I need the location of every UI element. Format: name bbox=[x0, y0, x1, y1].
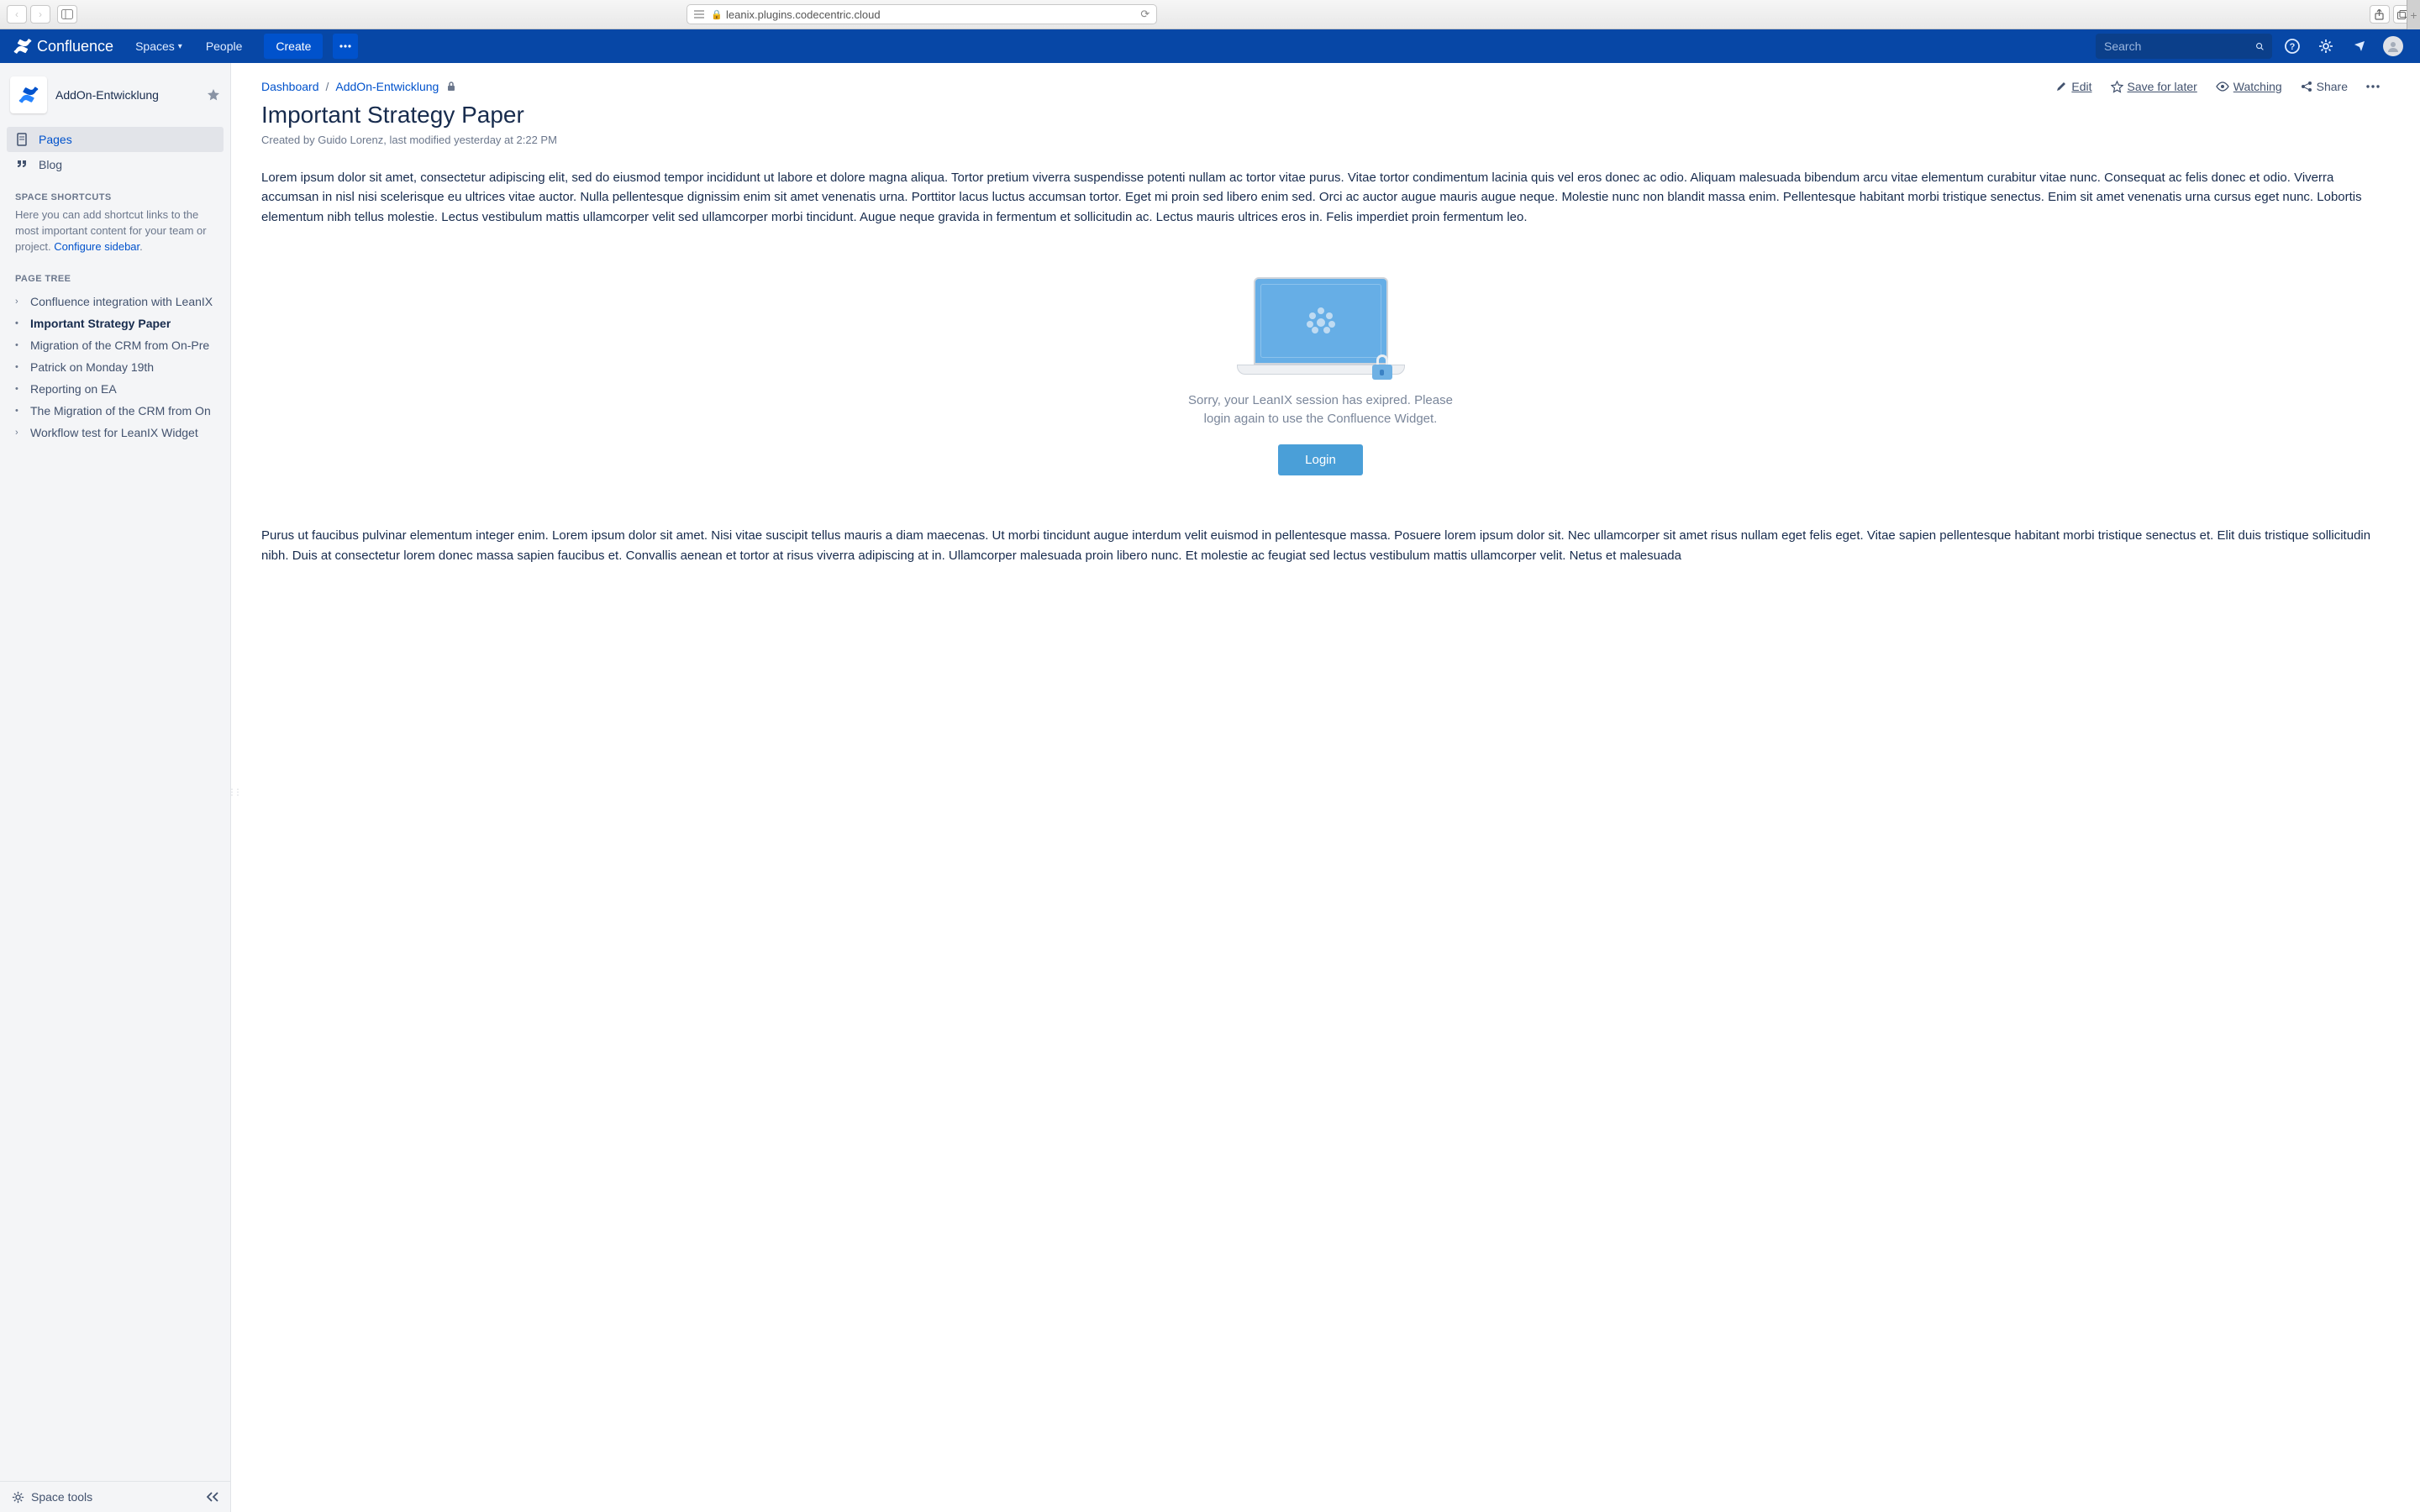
tree-item-label: Migration of the CRM from On-Pre bbox=[30, 339, 209, 352]
help-icon[interactable]: ? bbox=[2279, 33, 2306, 60]
browser-share-button[interactable] bbox=[2370, 5, 2390, 24]
sidebar-resize-handle[interactable]: ⋮⋮ bbox=[228, 788, 233, 813]
watching-button[interactable]: Watching bbox=[2216, 80, 2282, 93]
tree-item-label: Confluence integration with LeanIX bbox=[30, 295, 213, 308]
collapse-sidebar-icon[interactable] bbox=[207, 1492, 218, 1502]
configure-sidebar-link[interactable]: Configure sidebar bbox=[54, 240, 139, 253]
expand-icon[interactable]: › bbox=[15, 428, 25, 438]
notifications-icon[interactable] bbox=[2346, 33, 2373, 60]
sidebar-nav-blog[interactable]: Blog bbox=[7, 152, 224, 177]
url-text: leanix.plugins.codecentric.cloud bbox=[726, 8, 881, 21]
quote-icon bbox=[15, 158, 30, 171]
space-logo[interactable] bbox=[10, 76, 47, 113]
page-tree-heading: PAGE TREE bbox=[0, 262, 230, 289]
login-button[interactable]: Login bbox=[1278, 444, 1363, 475]
tree-item[interactable]: • The Migration of the CRM from On bbox=[15, 400, 222, 422]
laptop-illustration bbox=[1237, 277, 1405, 375]
browser-new-tab[interactable]: + bbox=[2407, 0, 2420, 29]
space-tools[interactable]: Space tools bbox=[0, 1481, 230, 1512]
tree-item[interactable]: • Migration of the CRM from On-Pre bbox=[15, 334, 222, 356]
reload-icon[interactable]: ⟳ bbox=[1140, 8, 1150, 21]
paragraph-1: Lorem ipsum dolor sit amet, consectetur … bbox=[261, 168, 2380, 227]
tree-item[interactable]: • Patrick on Monday 19th bbox=[15, 356, 222, 378]
bullet-icon: • bbox=[15, 384, 25, 394]
tree-item[interactable]: • Reporting on EA bbox=[15, 378, 222, 400]
browser-url-bar[interactable]: 🔒 leanix.plugins.codecentric.cloud ⟳ bbox=[687, 4, 1157, 24]
product-name: Confluence bbox=[37, 38, 113, 55]
leanix-brain-icon bbox=[1302, 302, 1339, 339]
tree-item-label: Patrick on Monday 19th bbox=[30, 360, 154, 374]
sidebar-nav-pages[interactable]: Pages bbox=[7, 127, 224, 152]
settings-icon[interactable] bbox=[2312, 33, 2339, 60]
bullet-icon: • bbox=[15, 318, 25, 328]
star-outline-icon bbox=[2111, 81, 2123, 93]
space-sidebar: AddOn-Entwicklung Pages Blog SPACE SHORT… bbox=[0, 63, 231, 1512]
bullet-icon: • bbox=[15, 340, 25, 350]
expand-icon[interactable]: › bbox=[15, 297, 25, 307]
shortcuts-heading: SPACE SHORTCUTS bbox=[0, 181, 230, 207]
create-more-button[interactable] bbox=[333, 34, 358, 59]
space-name[interactable]: AddOn-Entwicklung bbox=[55, 88, 198, 102]
restrictions-icon[interactable] bbox=[445, 81, 457, 92]
browser-toolbar: ‹ › 🔒 leanix.plugins.codecentric.cloud ⟳… bbox=[0, 0, 2420, 29]
reader-icon[interactable] bbox=[694, 10, 704, 18]
more-actions-button[interactable] bbox=[2366, 85, 2380, 88]
tree-item[interactable]: › Workflow test for LeanIX Widget bbox=[15, 422, 222, 444]
lock-icon: 🔒 bbox=[711, 9, 723, 20]
browser-back-button[interactable]: ‹ bbox=[7, 5, 27, 24]
shortcuts-description: Here you can add shortcut links to the m… bbox=[0, 207, 230, 262]
save-for-later-button[interactable]: Save for later bbox=[2111, 80, 2197, 93]
browser-forward-button[interactable]: › bbox=[30, 5, 50, 24]
tree-item-label: Reporting on EA bbox=[30, 382, 117, 396]
tree-item[interactable]: › Confluence integration with LeanIX bbox=[15, 291, 222, 312]
edit-button[interactable]: Edit bbox=[2055, 80, 2091, 93]
leanix-widget: Sorry, your LeanIX session has exipred. … bbox=[1102, 277, 1539, 476]
chevron-down-icon: ▾ bbox=[178, 42, 182, 51]
eye-icon bbox=[2216, 81, 2229, 92]
tree-item[interactable]: • Important Strategy Paper bbox=[15, 312, 222, 334]
search-box[interactable] bbox=[2096, 34, 2272, 59]
tree-item-label: The Migration of the CRM from On bbox=[30, 404, 211, 417]
profile-avatar[interactable] bbox=[2380, 33, 2407, 60]
page-tree: › Confluence integration with LeanIX • Impo… bbox=[0, 289, 230, 452]
browser-sidebar-button[interactable] bbox=[57, 5, 77, 24]
nav-spaces[interactable]: Spaces▾ bbox=[127, 29, 191, 63]
breadcrumb: Dashboard / AddOn-Entwicklung bbox=[261, 80, 457, 93]
widget-message: Sorry, your LeanIX session has exipred. … bbox=[1186, 391, 1455, 428]
create-button[interactable]: Create bbox=[264, 34, 323, 59]
search-icon bbox=[2256, 40, 2264, 53]
confluence-logo[interactable]: Confluence bbox=[13, 37, 113, 55]
tree-item-label: Important Strategy Paper bbox=[30, 317, 171, 330]
crumb-dashboard[interactable]: Dashboard bbox=[261, 80, 319, 93]
lock-badge-icon bbox=[1371, 354, 1393, 380]
svg-text:?: ? bbox=[2290, 42, 2296, 52]
crumb-space[interactable]: AddOn-Entwicklung bbox=[335, 80, 439, 93]
nav-people[interactable]: People bbox=[197, 29, 251, 63]
share-icon bbox=[2301, 81, 2312, 92]
page-byline: Created by Guido Lorenz, last modified y… bbox=[261, 134, 2380, 146]
page-main: Dashboard / AddOn-Entwicklung Edit Save … bbox=[231, 63, 2420, 1512]
bullet-icon: • bbox=[15, 406, 25, 416]
bullet-icon: • bbox=[15, 362, 25, 372]
confluence-icon bbox=[13, 37, 32, 55]
page-actions: Edit Save for later Watching Share bbox=[2055, 80, 2380, 93]
page-icon bbox=[15, 133, 30, 146]
gear-icon bbox=[12, 1491, 24, 1504]
search-input[interactable] bbox=[2104, 39, 2256, 53]
star-icon[interactable] bbox=[207, 88, 220, 102]
paragraph-2: Purus ut faucibus pulvinar elementum int… bbox=[261, 526, 2380, 565]
tree-item-label: Workflow test for LeanIX Widget bbox=[30, 426, 198, 439]
share-button[interactable]: Share bbox=[2301, 80, 2348, 93]
dots-icon bbox=[2366, 85, 2380, 88]
page-title: Important Strategy Paper bbox=[261, 102, 2380, 129]
pencil-icon bbox=[2055, 81, 2067, 92]
dots-icon bbox=[339, 45, 351, 48]
app-header: Confluence Spaces▾ People Create ? bbox=[0, 29, 2420, 63]
page-content: Lorem ipsum dolor sit amet, consectetur … bbox=[261, 168, 2380, 565]
